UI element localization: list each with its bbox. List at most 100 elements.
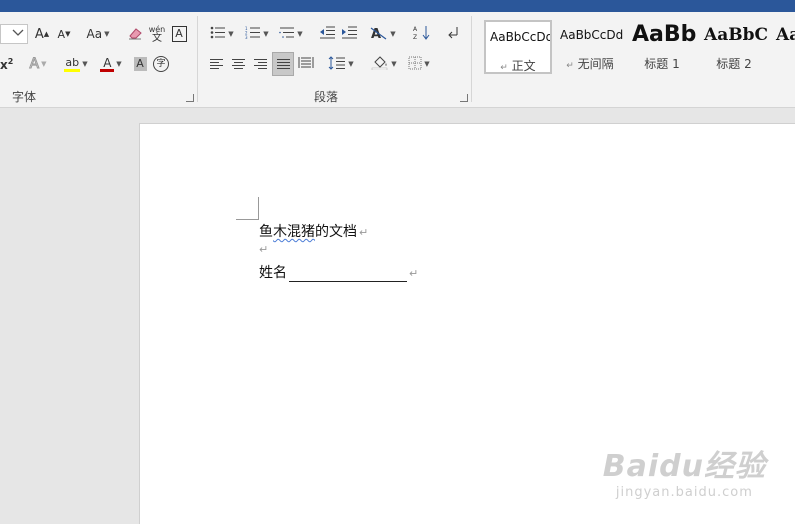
doc-line-empty[interactable]: ↵ (259, 241, 268, 257)
char-border-label: A (171, 26, 187, 42)
style-name: 标题 2 (716, 57, 752, 71)
title-bar (0, 0, 795, 12)
highlight-label: ab (65, 55, 80, 69)
watermark-url: jingyan.baidu.com (615, 485, 753, 500)
pinyin-guide-button[interactable]: wén 文 (148, 24, 166, 44)
justify-icon (276, 58, 290, 70)
bullet-list-icon (210, 26, 226, 42)
doc-line-title[interactable]: 鱼木混猪的文档 ↵ (259, 221, 368, 241)
numbered-list-icon: 123 (245, 26, 261, 42)
sort-button[interactable]: AZ (410, 24, 434, 44)
shrink-font-label: A (57, 27, 66, 41)
clear-format-button[interactable] (126, 24, 144, 44)
style-sample: AaBbCcDd (490, 30, 552, 44)
style-normal[interactable]: AaBbCcDd ↵ 正文 (484, 20, 552, 74)
chinese-layout-button[interactable]: A ▼ (368, 24, 398, 44)
decrease-indent-icon (319, 26, 336, 42)
distributed-button[interactable] (296, 54, 316, 74)
style-heading-1[interactable]: AaBb 标题 1 (628, 20, 696, 74)
bullets-button[interactable]: ▼ (206, 24, 238, 44)
doc-line-name[interactable]: 姓名 ↵ (259, 262, 418, 282)
multilevel-list-icon (279, 26, 295, 42)
style-no-spacing[interactable]: AaBbCcDd ↵ 无间隔 (556, 20, 624, 74)
group-divider (197, 16, 198, 102)
chevron-down-icon (12, 29, 24, 40)
highlight-button[interactable]: ab ▼ (60, 54, 92, 74)
name-underline-blank[interactable] (289, 267, 407, 282)
style-name: ↵ 无间隔 (566, 57, 614, 71)
line-spacing-button[interactable]: ▼ (326, 54, 356, 74)
justify-button[interactable] (272, 52, 294, 76)
change-case-label: Aa (86, 27, 103, 41)
eraser-icon (127, 26, 143, 43)
paragraph-mark: ↵ (409, 267, 419, 280)
doc-title-text: 鱼木混猪的文档 (259, 224, 357, 240)
grow-font-label: A (34, 26, 44, 42)
style-sample: AaBb (632, 22, 696, 47)
chinese-layout-icon: A (370, 26, 388, 43)
line-spacing-icon (328, 55, 346, 73)
paragraph-dialog-launcher-icon[interactable] (460, 94, 468, 102)
style-title[interactable]: Aa (772, 20, 795, 74)
font-size-dropdown[interactable] (0, 24, 28, 44)
show-marks-button[interactable] (442, 24, 464, 44)
style-sample: AaBbCcDd (560, 28, 624, 42)
document-page[interactable]: 鱼木混猪的文档 ↵ ↵ 姓名 ↵ Baidu经验 jingyan.baidu.com (139, 123, 795, 524)
decrease-indent-button[interactable] (316, 24, 338, 44)
align-center-button[interactable] (228, 54, 248, 74)
shading-button[interactable]: ▼ (368, 54, 400, 74)
borders-button[interactable]: ▼ (404, 54, 434, 74)
numbering-button[interactable]: 123 ▼ (242, 24, 272, 44)
enclose-char-button[interactable]: 字 (152, 54, 170, 74)
change-case-button[interactable]: Aa ▼ (82, 24, 114, 44)
watermark-brand: Baidu经验 (602, 449, 766, 484)
paint-bucket-icon (371, 55, 389, 73)
border-grid-icon (408, 56, 422, 73)
svg-text:Z: Z (413, 34, 417, 40)
svg-text:A: A (413, 26, 418, 33)
char-shading-button[interactable]: A (132, 54, 148, 74)
style-sample: Aa (776, 25, 795, 45)
group-divider (471, 16, 472, 102)
text-effects-label: A (29, 56, 40, 73)
style-name: 标题 1 (644, 57, 680, 71)
font-color-bar (100, 68, 115, 72)
char-border-button[interactable]: A (170, 24, 188, 44)
ribbon: A▲ A▼ Aa▼ wén文 A x2 A▼ ab ▼ A ▼ A 字 (0, 12, 795, 108)
style-name: ↵ 正文 (500, 59, 536, 73)
char-shading-label: A (133, 57, 147, 71)
font-color-button[interactable]: A ▼ (96, 54, 126, 74)
distributed-align-icon (298, 56, 314, 72)
increase-indent-icon (341, 26, 358, 42)
svg-text:3: 3 (245, 35, 248, 39)
align-left-icon (209, 58, 223, 70)
shrink-font-button[interactable]: A ▼ (56, 24, 72, 44)
align-left-button[interactable] (206, 54, 226, 74)
paragraph-mark: ↵ (359, 226, 369, 239)
styles-gallery: AaBbCcDd ↵ 正文 AaBbCcDd ↵ 无间隔 AaBb 标题 1 A… (480, 20, 795, 80)
align-right-icon (253, 58, 267, 70)
paragraph-mark: ↵ (259, 243, 269, 256)
font-dialog-launcher-icon[interactable] (186, 94, 194, 102)
align-center-icon (231, 58, 245, 70)
paragraph-group-label: 段落 (314, 90, 339, 104)
style-heading-2[interactable]: AaBbC 标题 2 (700, 20, 768, 74)
align-right-button[interactable] (250, 54, 270, 74)
watermark: Baidu经验 jingyan.baidu.com (603, 441, 766, 500)
font-color-label: A (103, 55, 112, 70)
font-group-label: 字体 (12, 90, 37, 104)
name-label: 姓名 (259, 265, 287, 281)
multilevel-list-button[interactable]: ▼ (276, 24, 306, 44)
grow-font-button[interactable]: A ▲ (34, 24, 50, 44)
superscript-button[interactable]: x2 (0, 54, 18, 74)
style-sample: AaBbC (704, 25, 768, 45)
paragraph-mark-icon (447, 26, 459, 43)
superscript-label: x2 (0, 56, 14, 72)
highlight-color-bar (64, 68, 81, 72)
enclose-char-label: 字 (153, 56, 169, 72)
document-workspace: 鱼木混猪的文档 ↵ ↵ 姓名 ↵ Baidu经验 jingyan.baidu.com (0, 108, 795, 524)
sort-icon: AZ (413, 25, 431, 43)
increase-indent-button[interactable] (338, 24, 360, 44)
text-effects-button[interactable]: A ▼ (28, 54, 48, 74)
margin-corner-mark (236, 197, 259, 220)
